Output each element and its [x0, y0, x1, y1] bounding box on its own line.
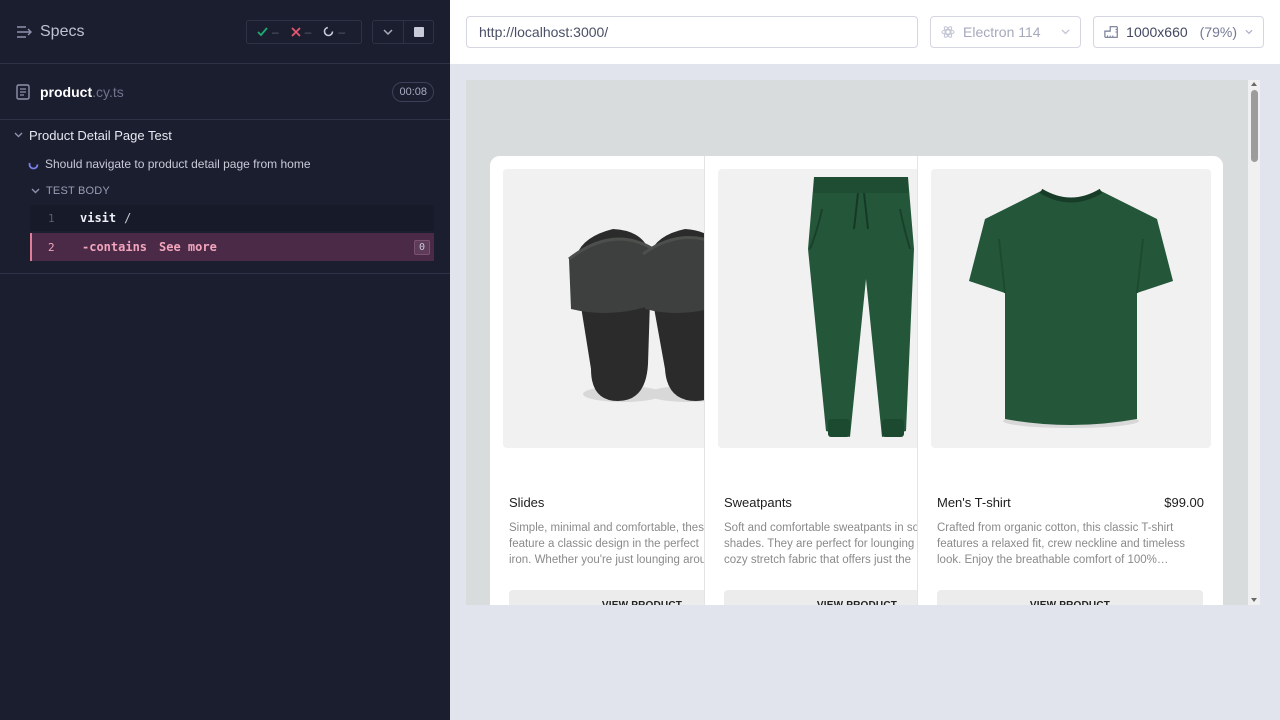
- running-spinner-icon: [28, 159, 39, 169]
- url-text: http://localhost:3000/: [479, 24, 609, 40]
- chevron-down-icon: [1245, 29, 1253, 35]
- chevron-down-icon: [31, 188, 40, 194]
- document-icon: [16, 83, 30, 100]
- specs-header: Specs – – –: [0, 0, 450, 64]
- passed-count: –: [271, 24, 279, 39]
- description-line: Soft and comfortable sweatpants in soft: [724, 522, 918, 534]
- command-log-panel: Specs – – – product .cy.ts 00:08 Product…: [0, 0, 450, 720]
- description-line: feature a classic design in the perfect: [509, 538, 699, 550]
- product-card-slides[interactable]: Slides Simple, minimal and comfortable, …: [490, 156, 704, 605]
- ruler-icon: [1104, 26, 1118, 38]
- suite-title: Product Detail Page Test: [29, 127, 172, 143]
- product-price: $99.00: [1164, 495, 1204, 510]
- stop-icon: [413, 26, 424, 37]
- command-row-failed[interactable]: 2 -contains See more 0: [30, 233, 434, 261]
- product-image-slides[interactable]: [503, 169, 704, 448]
- command-count-badge: 0: [413, 239, 430, 255]
- chevron-down-icon: [14, 132, 23, 138]
- app-under-test-frame: Slides Simple, minimal and comfortable, …: [466, 80, 1260, 605]
- slides-image: [568, 229, 704, 402]
- url-bar[interactable]: http://localhost:3000/: [466, 16, 918, 48]
- product-card-sweatpants[interactable]: Sweatpants Soft and comfortable sweatpan…: [704, 156, 918, 605]
- scroll-up-arrow[interactable]: [1251, 82, 1257, 86]
- product-description: Crafted from organic cotton, this classi…: [937, 522, 1186, 566]
- product-name[interactable]: Men's T-shirt: [937, 495, 1011, 510]
- stop-button[interactable]: [403, 20, 433, 43]
- spec-duration: 00:08: [392, 81, 434, 102]
- chevron-down-icon: [1061, 29, 1070, 35]
- product-card-tshirt[interactable]: Men's T-shirt $99.00 Crafted from organi…: [917, 156, 1223, 605]
- view-product-button[interactable]: VIEW PRODUCT: [509, 590, 704, 605]
- tshirt-image: [969, 188, 1173, 428]
- sweatpants-image: [808, 177, 914, 437]
- product-description: Simple, minimal and comfortable, these f…: [509, 520, 704, 568]
- test-body-row[interactable]: TEST BODY: [0, 179, 450, 203]
- pending-count: –: [338, 24, 345, 39]
- specs-menu-icon[interactable]: [16, 25, 32, 39]
- spec-file-name: product: [40, 83, 93, 100]
- passed-stat: –: [257, 25, 279, 39]
- command-arg: See more: [159, 240, 217, 254]
- command-name: -contains: [82, 240, 148, 254]
- pending-stat: –: [323, 25, 345, 39]
- failed-stat: –: [290, 24, 312, 39]
- suite-row[interactable]: Product Detail Page Test: [0, 121, 450, 149]
- test-body-label: TEST BODY: [46, 185, 110, 197]
- chevron-down-icon: [383, 28, 393, 35]
- spec-file-row[interactable]: product .cy.ts 00:08: [0, 64, 450, 120]
- stats-group: – – –: [245, 19, 434, 44]
- command-arg: /: [124, 211, 132, 225]
- product-image-sweatpants[interactable]: [718, 169, 918, 448]
- command-number: 1: [48, 211, 55, 225]
- description-line: cozy stretch fabric that offers just the: [724, 554, 912, 566]
- browser-name: Electron 114: [963, 24, 1041, 40]
- app-preview-panel: http://localhost:3000/ Electron 114 1000…: [450, 0, 1280, 720]
- check-icon: [257, 26, 268, 36]
- failed-count: –: [304, 24, 312, 39]
- view-product-button[interactable]: VIEW PRODUCT: [724, 590, 918, 605]
- test-stats: – – –: [245, 19, 362, 44]
- product-description: Soft and comfortable sweatpants in soft …: [724, 520, 918, 568]
- command-row[interactable]: 1 visit /: [30, 205, 434, 231]
- collapse-toggle-button[interactable]: [373, 21, 403, 43]
- browser-selector[interactable]: Electron 114: [930, 16, 1081, 48]
- preview-toolbar: http://localhost:3000/ Electron 114 1000…: [450, 0, 1280, 64]
- frame-scrollbar[interactable]: [1248, 80, 1260, 605]
- description-line: Simple, minimal and comfortable, these: [509, 522, 704, 534]
- product-grid: Slides Simple, minimal and comfortable, …: [490, 156, 1223, 605]
- zoom-level: (79%): [1199, 24, 1238, 40]
- run-controls: [372, 19, 434, 44]
- x-icon: [290, 26, 301, 37]
- spec-file-ext: .cy.ts: [92, 83, 124, 100]
- command-number: 2: [48, 240, 55, 254]
- description-line: iron. Whether you're just lounging aroun…: [509, 554, 704, 566]
- product-name[interactable]: Slides: [509, 495, 544, 510]
- description-line: shades. They are perfect for lounging: [724, 538, 915, 550]
- view-product-button[interactable]: VIEW PRODUCT: [937, 590, 1203, 605]
- browser-icon: [941, 26, 955, 38]
- command-name: visit: [80, 211, 117, 225]
- test-title: Should navigate to product detail page f…: [45, 157, 311, 171]
- scroll-down-arrow[interactable]: [1251, 598, 1257, 602]
- viewport-selector[interactable]: 1000x660 (79%): [1093, 16, 1264, 48]
- scrollbar-thumb[interactable]: [1251, 90, 1258, 162]
- specs-title[interactable]: Specs: [40, 23, 84, 41]
- divider: [0, 273, 450, 274]
- product-name[interactable]: Sweatpants: [724, 495, 792, 510]
- product-image-tshirt[interactable]: [931, 169, 1211, 448]
- spinner-icon: [324, 26, 334, 37]
- test-row[interactable]: Should navigate to product detail page f…: [0, 149, 450, 179]
- viewport-size: 1000x660: [1126, 24, 1188, 40]
